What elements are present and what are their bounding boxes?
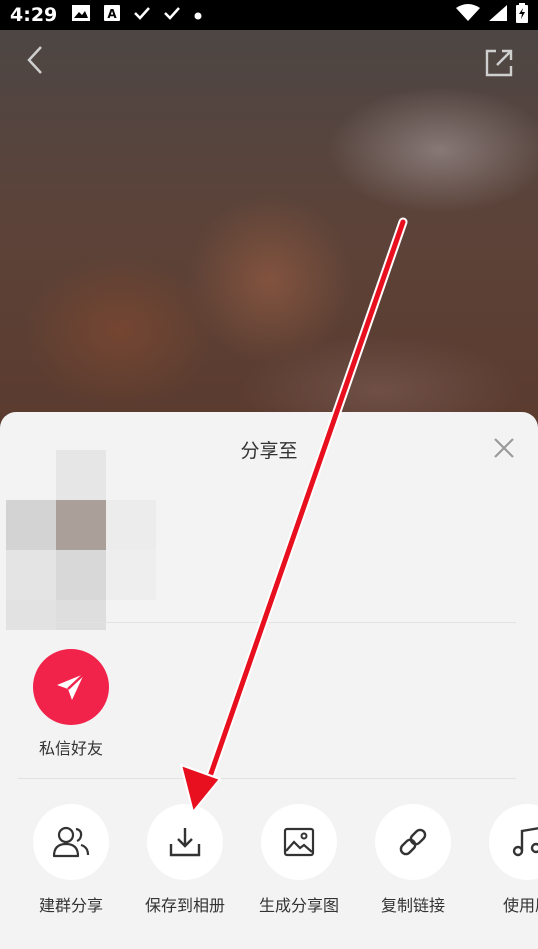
save-to-album-button[interactable]: 保存到相册 <box>128 804 242 916</box>
wifi-icon <box>456 3 480 27</box>
download-icon <box>169 828 201 857</box>
external-share-icon <box>485 49 513 77</box>
battery-icon <box>516 2 528 28</box>
action-label: 保存到相册 <box>144 896 225 915</box>
status-bar: 4:29 A <box>0 0 538 30</box>
group-share-button[interactable]: 建群分享 <box>14 804 128 916</box>
chevron-left-icon <box>27 46 42 74</box>
external-share-button[interactable] <box>482 46 516 80</box>
svg-text:A: A <box>108 7 118 21</box>
dm-circle <box>33 649 109 725</box>
image-icon <box>283 827 315 857</box>
action-label: 使用原 <box>502 896 538 915</box>
copy-link-button[interactable]: 复制链接 <box>356 804 470 916</box>
image-icon <box>71 4 91 27</box>
divider <box>18 778 516 779</box>
signal-icon <box>488 4 508 27</box>
music-note-icon <box>512 827 538 857</box>
divider <box>18 622 516 623</box>
action-circle <box>489 804 538 880</box>
direct-message-button[interactable]: 私信好友 <box>26 649 116 759</box>
check-icon <box>133 5 151 26</box>
paper-plane-icon <box>57 673 85 700</box>
link-icon <box>399 828 427 856</box>
back-button[interactable] <box>24 44 56 80</box>
status-time: 4:29 <box>10 4 58 26</box>
generate-share-image-button[interactable]: 生成分享图 <box>242 804 356 916</box>
a-letter-icon: A <box>103 4 121 27</box>
check-icon <box>163 5 181 26</box>
action-circle <box>33 804 109 880</box>
close-icon <box>494 438 514 458</box>
direct-message-label: 私信好友 <box>38 739 103 758</box>
action-label: 复制链接 <box>380 896 445 915</box>
dot-icon <box>193 5 203 26</box>
share-sheet: 分享至 私信好友 建群分享 保存到相册 生成分享图 复制链接 使用 <box>0 412 538 949</box>
action-circle <box>261 804 337 880</box>
share-actions-row: 建群分享 保存到相册 生成分享图 复制链接 使用 <box>0 804 538 924</box>
group-users-icon <box>52 826 90 858</box>
action-label: 建群分享 <box>38 896 103 915</box>
action-label: 生成分享图 <box>258 896 339 915</box>
use-original-sound-button[interactable]: 使用原 <box>470 804 538 916</box>
blurred-contact-avatars <box>6 450 186 630</box>
action-circle <box>147 804 223 880</box>
photo-background <box>0 30 538 450</box>
action-circle <box>375 804 451 880</box>
close-button[interactable] <box>492 436 516 460</box>
